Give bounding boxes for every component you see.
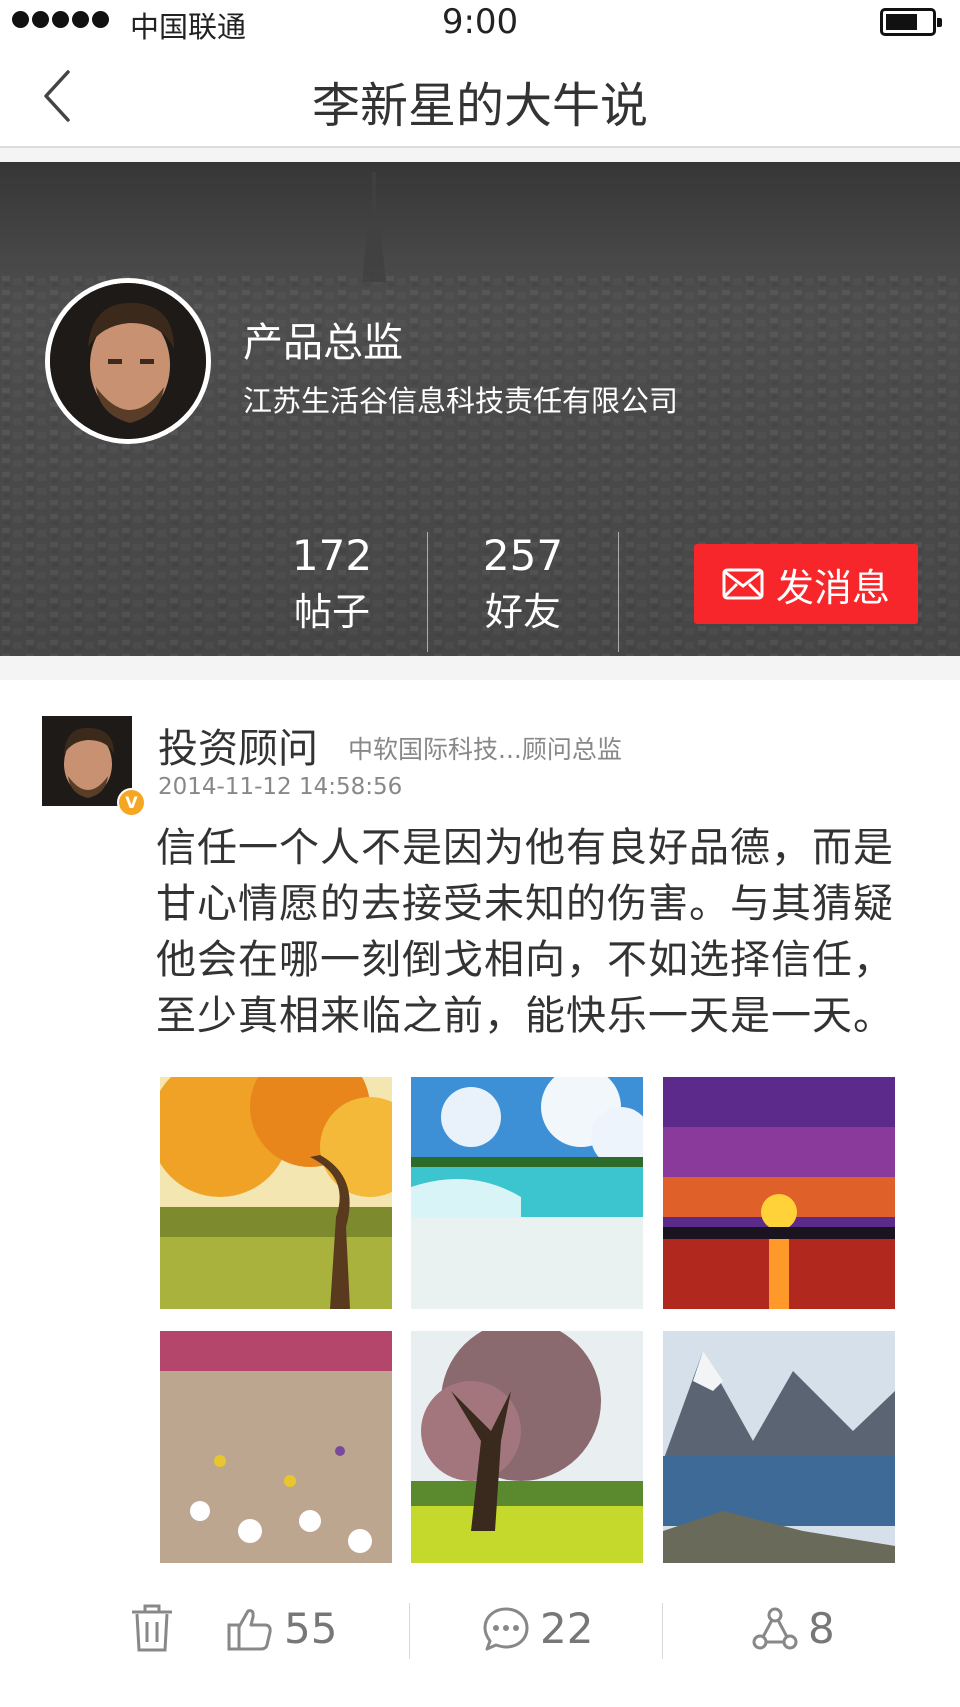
post-body-line: 甘心情愿的去接受未知的伤害。与其猜疑 <box>156 881 894 927</box>
post-author-avatar[interactable] <box>42 716 132 806</box>
stat-friends[interactable]: 257 好友 <box>428 528 618 640</box>
share-count: 8 <box>808 1604 835 1653</box>
stat-posts-label: 帖子 <box>293 590 370 634</box>
profile-role: 产品总监 <box>243 320 403 366</box>
share-icon <box>752 1607 798 1649</box>
delete-button[interactable] <box>130 1604 174 1652</box>
action-divider <box>662 1603 663 1659</box>
chevron-left-icon <box>44 70 70 122</box>
send-message-button[interactable]: 发消息 <box>694 544 918 624</box>
profile-avatar[interactable] <box>45 278 211 444</box>
post-photo-sunset[interactable] <box>663 1077 895 1309</box>
page-title: 李新星的大牛说 <box>311 78 648 134</box>
status-bar: 中国联通 9:00 <box>0 0 960 44</box>
carrier-name: 中国联通 <box>130 10 247 44</box>
comment-icon <box>483 1607 529 1650</box>
comment-button[interactable]: 22 <box>482 1604 593 1653</box>
trash-icon <box>132 1604 172 1652</box>
envelope-icon <box>722 568 764 600</box>
like-count: 55 <box>284 1604 338 1653</box>
post-photo-autumn[interactable] <box>160 1077 392 1309</box>
post-body: 信任一个人不是因为他有良好品德，而是 甘心情愿的去接受未知的伤害。与其猜疑 他会… <box>156 820 916 1044</box>
like-button[interactable]: 55 <box>226 1604 337 1653</box>
thumbs-up-icon <box>227 1608 272 1650</box>
post-author-name[interactable]: 投资顾问 <box>158 716 318 774</box>
post-photo-desert[interactable] <box>160 1331 392 1563</box>
back-button[interactable] <box>40 66 84 126</box>
profile-company: 江苏生活谷信息科技责任有限公司 <box>243 384 679 418</box>
send-message-label: 发消息 <box>775 565 890 610</box>
stat-posts[interactable]: 172 帖子 <box>237 528 427 640</box>
stat-friends-value: 257 <box>482 531 564 580</box>
stat-friends-label: 好友 <box>484 590 561 634</box>
stat-divider <box>618 532 619 652</box>
post-photo-beach[interactable] <box>411 1077 643 1309</box>
stat-posts-value: 172 <box>291 531 373 580</box>
post-photo-blossom[interactable] <box>411 1331 643 1563</box>
action-divider <box>409 1603 410 1659</box>
nav-bar: 李新星的大牛说 <box>0 44 960 148</box>
post-body-line: 至少真相来临之前，能快乐一天是一天。 <box>156 993 894 1039</box>
status-time: 9:00 <box>441 2 519 42</box>
post-photo-fjord[interactable] <box>663 1331 895 1563</box>
post-timestamp: 2014-11-12 14:58:56 <box>158 774 403 800</box>
post-body-line: 信任一个人不是因为他有良好品德，而是 <box>156 825 894 871</box>
post-body-line: 他会在哪一刻倒戈相向，不如选择信任， <box>156 937 894 983</box>
battery-icon <box>880 8 942 36</box>
signal-strength-icon <box>12 11 109 28</box>
comment-count: 22 <box>540 1604 594 1653</box>
verified-badge: V <box>117 788 146 817</box>
post-author-meta: 中软国际科技...顾问总监 <box>348 735 622 764</box>
share-button[interactable]: 8 <box>752 1604 835 1653</box>
